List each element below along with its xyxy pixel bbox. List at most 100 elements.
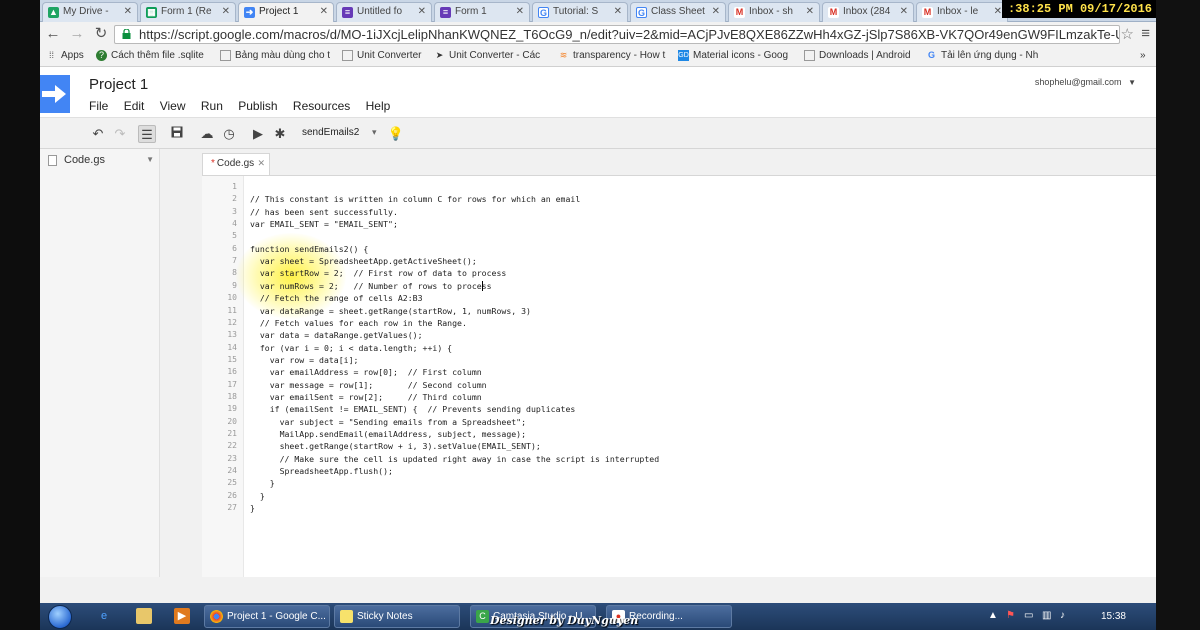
code-line[interactable]: var message = row[1]; // Second column <box>250 380 487 390</box>
code-line[interactable]: var emailSent = row[2]; // Third column <box>250 392 482 402</box>
triggers-cloud-icon[interactable]: ☁ <box>198 125 216 143</box>
close-icon[interactable]: ✕ <box>994 6 1002 17</box>
code-line[interactable]: var row = data[i]; <box>250 355 359 365</box>
code-line[interactable]: for (var i = 0; i < data.length; ++i) { <box>250 343 452 353</box>
close-icon[interactable]: ✕ <box>418 6 426 17</box>
browser-tab[interactable]: ▲ My Drive - ✕ <box>42 2 138 22</box>
tray-flag-icon[interactable]: ⚑ <box>1006 610 1015 621</box>
redo-icon[interactable]: ↷ <box>111 125 129 143</box>
bookmark-item[interactable]: Bảng màu dùng cho t <box>220 50 330 61</box>
taskbar-clock[interactable]: 15:38 <box>1101 611 1126 622</box>
tray-network-icon[interactable]: ▥ <box>1042 610 1051 621</box>
code-line[interactable]: // This constant is written in column C … <box>250 194 580 204</box>
browser-tab[interactable]: ▦ Form 1 (Re ✕ <box>140 2 236 22</box>
bookmark-label: Unit Converter <box>357 50 422 61</box>
undo-icon[interactable]: ↶ <box>89 125 107 143</box>
media-player-icon[interactable]: ▶ <box>174 608 190 624</box>
code-line[interactable]: var startRow = 2; // First row of data t… <box>250 268 506 278</box>
close-icon[interactable]: ✕ <box>124 6 132 17</box>
bookmark-item[interactable]: ≋ transparency - How t <box>558 50 666 61</box>
tray-device-icon[interactable]: ▭ <box>1024 610 1033 621</box>
forward-icon[interactable]: → <box>68 25 86 43</box>
menu-file[interactable]: File <box>89 99 108 113</box>
tray-volume-icon[interactable]: ♪ <box>1060 610 1065 621</box>
code-line[interactable]: var data = dataRange.getValues(); <box>250 330 423 340</box>
code-line[interactable]: sheet.getRange(startRow + i, 3).setValue… <box>250 441 541 451</box>
close-icon[interactable]: ✕ <box>900 6 908 17</box>
apps-script-logo[interactable] <box>40 75 70 113</box>
code-line[interactable]: MailApp.sendEmail(emailAddress, subject,… <box>250 429 526 439</box>
save-icon[interactable] <box>168 125 186 143</box>
close-icon[interactable]: ✕ <box>320 6 328 17</box>
browser-tab[interactable]: G Class Sheet ✕ <box>630 2 726 22</box>
menu-help[interactable]: Help <box>366 99 391 113</box>
browser-tab-active[interactable]: ➜ Project 1 ✕ <box>238 2 334 22</box>
close-icon[interactable]: ✕ <box>516 6 524 17</box>
taskbar-button-chrome[interactable]: Project 1 - Google C... <box>204 605 330 628</box>
close-icon[interactable]: ✕ <box>806 6 814 17</box>
clock-trigger-icon[interactable]: ◷ <box>220 125 238 143</box>
debug-bug-icon[interactable]: ✱ <box>271 125 289 143</box>
browser-tab-label: Tutorial: S <box>553 6 599 17</box>
code-line[interactable]: // Make sure the cell is updated right a… <box>250 454 660 464</box>
bookmarks-overflow-icon[interactable]: » <box>1140 50 1146 61</box>
bookmark-item[interactable]: Downloads | Android <box>804 50 911 61</box>
code-editor[interactable]: 1 2 3 4 5 6 7 8 9 10 11 12 13 14 15 16 17 18 19 20 21 22 23 24 2… <box>202 175 1156 578</box>
browser-tab[interactable]: ≡ Form 1 ✕ <box>434 2 530 22</box>
close-icon[interactable]: ✕ <box>712 6 720 17</box>
back-icon[interactable]: ← <box>44 25 62 43</box>
code-line[interactable]: // Fetch the range of cells A2:B3 <box>250 293 423 303</box>
indent-icon[interactable]: ☰ <box>138 125 156 143</box>
bookmark-item[interactable]: ? Cách thêm file .sqlite <box>96 50 204 61</box>
address-bar[interactable]: https://script.google.com/macros/d/MO-1i… <box>114 25 1120 44</box>
code-line[interactable]: } <box>250 503 255 513</box>
browser-tab[interactable]: M Inbox - sh ✕ <box>728 2 820 22</box>
browser-tab[interactable]: M Inbox (284 ✕ <box>822 2 914 22</box>
code-line[interactable]: } <box>250 491 265 501</box>
chevron-down-icon[interactable]: ▼ <box>146 155 154 164</box>
reload-icon[interactable]: ↻ <box>92 25 110 43</box>
menu-resources[interactable]: Resources <box>293 99 350 113</box>
windows-start-icon[interactable] <box>48 605 72 629</box>
folder-icon[interactable] <box>136 608 152 624</box>
menu-publish[interactable]: Publish <box>238 99 277 113</box>
code-line[interactable]: var subject = "Sending emails from a Spr… <box>250 417 526 427</box>
code-line[interactable]: var dataRange = sheet.getRange(startRow,… <box>250 306 531 316</box>
code-line[interactable]: var EMAIL_SENT = "EMAIL_SENT"; <box>250 219 398 229</box>
code-line[interactable]: var numRows = 2; // Number of rows to pr… <box>250 281 492 291</box>
code-line[interactable]: var emailAddress = row[0]; // First colu… <box>250 367 482 377</box>
close-icon[interactable]: ✕ <box>257 158 265 169</box>
browser-tab[interactable]: M Inbox - le ✕ <box>916 2 1008 22</box>
code-line[interactable]: SpreadsheetApp.flush(); <box>250 466 393 476</box>
internet-explorer-icon[interactable]: e <box>96 608 112 624</box>
close-icon[interactable]: ✕ <box>614 6 622 17</box>
bookmark-item[interactable]: G Tải lên ứng dụng - Nh <box>926 50 1038 61</box>
taskbar-button-sticky-notes[interactable]: Sticky Notes <box>334 605 460 628</box>
browser-tab[interactable]: ≡ Untitled fo ✕ <box>336 2 432 22</box>
project-title[interactable]: Project 1 <box>89 76 148 93</box>
lightbulb-icon[interactable]: 💡 <box>387 125 405 143</box>
code-line[interactable]: // has been sent successfully. <box>250 207 398 217</box>
code-line[interactable]: function sendEmails2() { <box>250 244 368 254</box>
bookmark-item[interactable]: Unit Converter <box>342 50 421 61</box>
sidebar-file-code-gs[interactable]: Code.gs ▼ <box>40 151 160 171</box>
tray-show-hidden-icon[interactable]: ▲ <box>988 610 998 621</box>
code-line[interactable]: if (emailSent != EMAIL_SENT) { // Preven… <box>250 404 576 414</box>
bookmark-item[interactable]: GD Material icons - Goog <box>678 50 788 61</box>
bookmark-apps[interactable]: ⁞⁞ Apps <box>46 50 84 61</box>
account-menu[interactable]: shophelu@gmail.com ▼ <box>1035 77 1136 87</box>
menu-edit[interactable]: Edit <box>124 99 145 113</box>
function-select[interactable]: sendEmails2 ▾ <box>302 127 377 138</box>
close-icon[interactable]: ✕ <box>222 6 230 17</box>
menu-run[interactable]: Run <box>201 99 223 113</box>
code-line[interactable]: } <box>250 478 275 488</box>
menu-view[interactable]: View <box>160 99 186 113</box>
code-line[interactable]: // Fetch values for each row in the Rang… <box>250 318 467 328</box>
browser-tab[interactable]: G Tutorial: S ✕ <box>532 2 628 22</box>
browser-menu-icon[interactable]: ≡ <box>1141 25 1150 42</box>
code-line[interactable]: var sheet = SpreadsheetApp.getActiveShee… <box>250 256 477 266</box>
bookmark-star-icon[interactable]: ☆ <box>1121 25 1134 43</box>
editor-tab-code-gs[interactable]: * Code.gs ✕ <box>202 153 270 175</box>
run-icon[interactable]: ▶ <box>249 125 267 143</box>
bookmark-item[interactable]: ➤ Unit Converter - Các <box>434 50 540 61</box>
